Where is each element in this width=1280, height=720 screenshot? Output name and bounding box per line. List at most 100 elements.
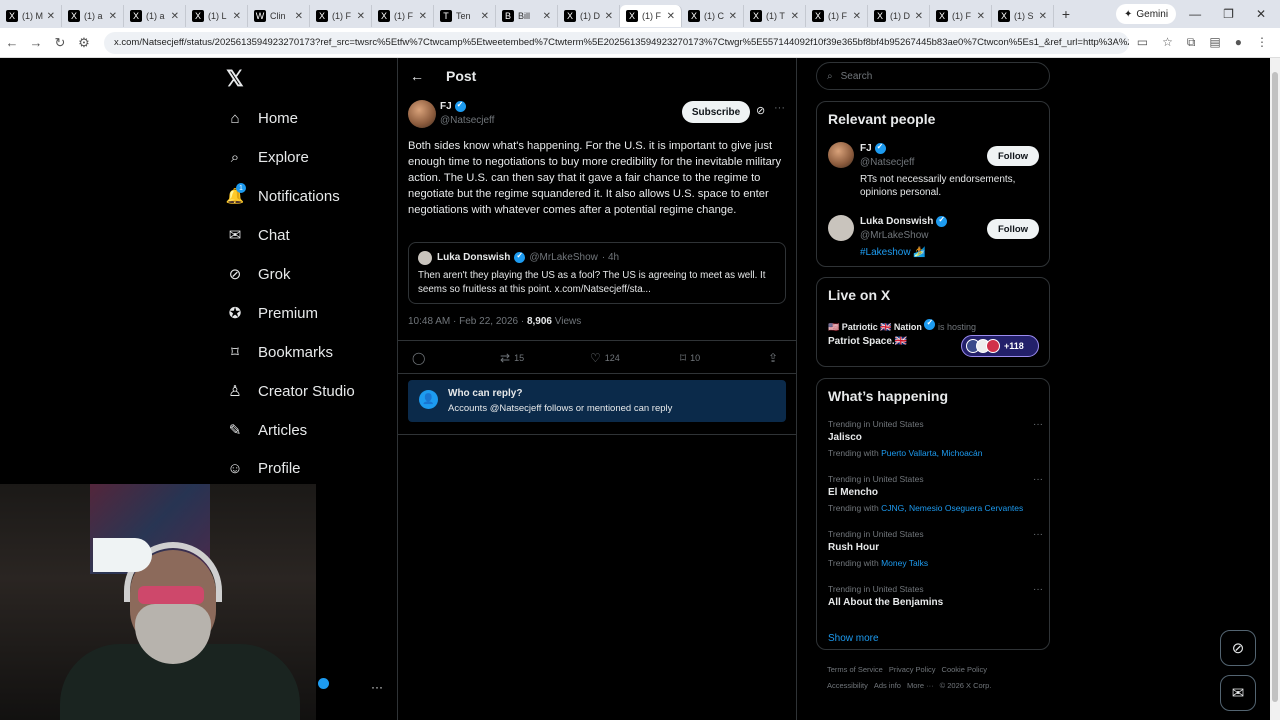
back-arrow-icon[interactable]: ← <box>410 68 424 84</box>
follow-button[interactable]: Follow <box>987 146 1039 166</box>
person-bio[interactable]: #Lakeshow 🏄 <box>860 246 926 259</box>
browser-tab[interactable]: T Ten ✕ <box>434 5 496 27</box>
account-more-icon[interactable]: ··· <box>371 680 383 694</box>
reload-icon[interactable]: ↻ <box>48 35 72 51</box>
person-avatar[interactable] <box>828 215 854 241</box>
tab-close-icon[interactable]: ✕ <box>543 11 551 22</box>
quoted-post[interactable]: Luka Donswish @MrLakeShow · 4h Then aren… <box>408 242 786 304</box>
browser-tab[interactable]: X (1) L ✕ <box>186 5 248 27</box>
person-name[interactable]: FJ <box>860 143 872 154</box>
tab-close-icon[interactable]: ✕ <box>853 11 861 22</box>
footer-link[interactable]: More ··· <box>907 681 934 690</box>
nav-item-notifications[interactable]: 🔔 1 Notifications <box>226 183 340 208</box>
space-listeners-pill[interactable]: +118 <box>961 335 1039 357</box>
trend-item[interactable]: Trending in United States El Mencho Trendi… <box>828 474 1043 513</box>
tab-close-icon[interactable]: ✕ <box>977 11 985 22</box>
browser-tab[interactable]: W Clin ✕ <box>248 5 310 27</box>
browser-tab[interactable]: X (1) a ✕ <box>124 5 186 27</box>
nav-item-profile[interactable]: ☺ Profile <box>226 456 300 480</box>
footer-link[interactable]: © 2026 X Corp. <box>940 681 992 690</box>
tab-close-icon[interactable]: ✕ <box>729 11 737 22</box>
back-nav-icon[interactable]: ← <box>0 35 24 50</box>
trend-more-icon[interactable]: ··· <box>1033 419 1043 430</box>
browser-tab[interactable]: X (1) F ✕ <box>372 5 434 27</box>
tab-close-icon[interactable]: ✕ <box>171 11 179 22</box>
maximize-button[interactable]: ❐ <box>1223 7 1234 21</box>
trend-more-icon[interactable]: ··· <box>1033 529 1043 540</box>
messages-fab-icon[interactable]: ✉ <box>1220 675 1256 711</box>
trending-with-topics[interactable]: Puerto Vallarta, Michoacán <box>881 448 982 458</box>
person-handle[interactable]: @MrLakeShow <box>860 230 929 241</box>
tab-close-icon[interactable]: ✕ <box>419 11 427 22</box>
author-name-row[interactable]: FJ <box>440 100 466 112</box>
trend-item[interactable]: Trending in United States All About the B… <box>828 584 1043 608</box>
footer-link[interactable]: Privacy Policy <box>889 665 936 674</box>
gemini-button[interactable]: ✦ Gemini <box>1116 4 1177 24</box>
tab-close-icon[interactable]: ✕ <box>667 11 675 22</box>
url-field[interactable]: x.com/Natsecjeff/status/2025613594923270… <box>104 31 1129 54</box>
nav-item-chat[interactable]: ✉ Chat <box>226 223 290 247</box>
grok-fab-icon[interactable]: ⊘ <box>1220 630 1256 666</box>
browser-tab[interactable]: X (1) F ✕ <box>310 5 372 27</box>
like-button[interactable]: ♡ 124 <box>590 351 620 365</box>
minimize-button[interactable]: — <box>1189 7 1201 21</box>
author-avatar[interactable] <box>408 100 436 128</box>
trend-item[interactable]: Trending in United States Jalisco Trending… <box>828 419 1043 458</box>
tab-close-icon[interactable]: ✕ <box>481 11 489 22</box>
browser-tab[interactable]: X (1) F ✕ <box>930 5 992 27</box>
browser-tab[interactable]: X (1) F ✕ <box>806 5 868 27</box>
subscribe-button[interactable]: Subscribe <box>682 101 750 123</box>
live-host-row[interactable]: 🇺🇸 Patriotic 🇬🇧 Nation is hosting <box>828 318 976 333</box>
person-name[interactable]: Luka Donswish <box>860 216 933 227</box>
reply-button[interactable]: ◯ <box>412 351 425 365</box>
nav-item-bookmarks[interactable]: ⌑ Bookmarks <box>226 340 333 364</box>
trending-with-topics[interactable]: Money Talks <box>881 558 928 568</box>
repost-button[interactable]: ⇄ 15 <box>500 351 524 365</box>
profile-avatar-icon[interactable]: ● <box>1235 35 1242 50</box>
tab-close-icon[interactable]: ✕ <box>47 11 55 22</box>
tab-close-icon[interactable]: ✕ <box>109 11 117 22</box>
tab-close-icon[interactable]: ✕ <box>295 11 303 22</box>
share-button[interactable]: ⇪ <box>768 351 778 365</box>
tab-close-icon[interactable]: ✕ <box>233 11 241 22</box>
nav-item-home[interactable]: ⌂ Home <box>226 106 298 130</box>
nav-item-premium[interactable]: ✪ Premium <box>226 301 318 325</box>
trend-more-icon[interactable]: ··· <box>1033 584 1043 595</box>
follow-button[interactable]: Follow <box>987 219 1039 239</box>
browser-tab[interactable]: X (1) M ✕ <box>0 5 62 27</box>
tab-close-icon[interactable]: ✕ <box>357 11 365 22</box>
close-window-button[interactable]: ✕ <box>1256 7 1266 21</box>
sidepanel-icon[interactable]: ▤ <box>1209 35 1220 50</box>
browser-tab[interactable]: X (1) D ✕ <box>558 5 620 27</box>
nav-item-grok[interactable]: ⊘ Grok <box>226 262 291 286</box>
bookmark-button[interactable]: ⌑ 10 <box>680 351 700 365</box>
menu-icon[interactable]: ⋮ <box>1256 35 1268 50</box>
tab-close-icon[interactable]: ✕ <box>1039 11 1047 22</box>
footer-link[interactable]: Accessibility <box>827 681 868 690</box>
site-info-icon[interactable]: ⚙ <box>72 35 96 51</box>
trend-more-icon[interactable]: ··· <box>1033 474 1043 485</box>
footer-link[interactable]: Ads info <box>874 681 901 690</box>
author-handle[interactable]: @Natsecjeff <box>440 115 494 126</box>
author-name[interactable]: FJ <box>440 101 452 112</box>
browser-tab[interactable]: B Bill ✕ <box>496 5 558 27</box>
browser-tab[interactable]: X (1) F ✕ <box>620 5 682 27</box>
forward-nav-icon[interactable]: → <box>24 35 48 50</box>
nav-item-explore[interactable]: ⌕ Explore <box>226 145 309 169</box>
scrollbar-thumb[interactable] <box>1272 72 1278 702</box>
cast-icon[interactable]: ▭ <box>1137 35 1148 50</box>
browser-tab[interactable]: X (1) C ✕ <box>682 5 744 27</box>
tab-close-icon[interactable]: ✕ <box>915 11 923 22</box>
footer-link[interactable]: Cookie Policy <box>942 665 987 674</box>
grok-explain-icon[interactable]: ⊘ <box>756 104 765 117</box>
star-icon[interactable]: ☆ <box>1162 35 1173 50</box>
trend-item[interactable]: Trending in United States Rush Hour Trendi… <box>828 529 1043 568</box>
extensions-icon[interactable]: ⧉ <box>1187 35 1196 50</box>
nav-item-creator-studio[interactable]: ♙ Creator Studio <box>226 379 354 403</box>
nav-item-articles[interactable]: ✎ Articles <box>226 418 307 442</box>
tab-close-icon[interactable]: ✕ <box>791 11 799 22</box>
footer-link[interactable]: Terms of Service <box>827 665 883 674</box>
search-input[interactable]: ⌕ Search <box>816 62 1050 90</box>
post-button[interactable] <box>93 538 152 572</box>
more-options-icon[interactable]: ··· <box>774 102 785 114</box>
